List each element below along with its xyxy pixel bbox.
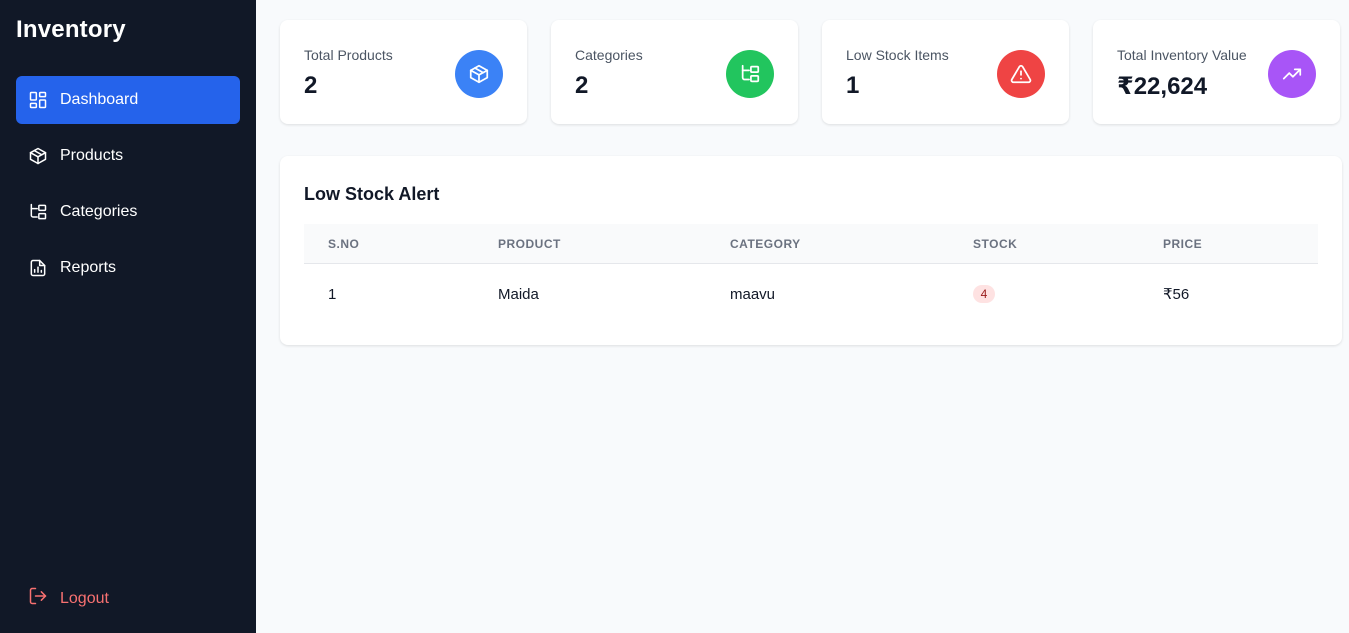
stat-card-categories: Categories 2 bbox=[551, 20, 798, 124]
column-header-stock: STOCK bbox=[973, 236, 1018, 251]
categories-icon bbox=[28, 202, 48, 222]
table-header: S.NO PRODUCT CATEGORY STOCK PRICE bbox=[304, 224, 1318, 264]
stat-value: 2 bbox=[575, 72, 589, 99]
app-brand: Inventory bbox=[16, 16, 126, 43]
column-header-product: PRODUCT bbox=[498, 236, 561, 251]
stat-value: ₹22,624 bbox=[1117, 73, 1208, 100]
stat-value: 1 bbox=[846, 72, 860, 99]
low-stock-table: S.NO PRODUCT CATEGORY STOCK PRICE 1 Maid… bbox=[304, 224, 1318, 324]
stat-label: Low Stock Items bbox=[846, 47, 949, 63]
sidebar-item-label: Reports bbox=[60, 259, 117, 276]
sidebar-item-products[interactable]: Products bbox=[16, 132, 240, 180]
dashboard-icon bbox=[28, 90, 48, 110]
stat-label: Total Products bbox=[304, 47, 393, 63]
box-icon bbox=[455, 50, 503, 98]
trending-up-icon bbox=[1268, 50, 1316, 98]
cell-stock: 4 bbox=[973, 285, 1163, 303]
sidebar-item-categories[interactable]: Categories bbox=[16, 188, 240, 236]
table-row: 1 Maida maavu 4 ₹56 bbox=[304, 264, 1318, 324]
stat-value: 2 bbox=[304, 72, 318, 99]
sidebar-item-label: Dashboard bbox=[60, 91, 139, 108]
stat-label: Categories bbox=[575, 47, 643, 63]
column-header-price: PRICE bbox=[1163, 236, 1203, 251]
logout-label: Logout bbox=[60, 589, 109, 607]
column-header-sno: S.NO bbox=[328, 236, 360, 251]
low-stock-panel: Low Stock Alert S.NO PRODUCT CATEGORY ST… bbox=[280, 156, 1342, 345]
sidebar-item-label: Categories bbox=[60, 203, 138, 220]
logout-button[interactable]: Logout bbox=[28, 586, 109, 611]
cell-price: ₹56 bbox=[1163, 286, 1190, 303]
column-header-category: CATEGORY bbox=[730, 236, 801, 251]
stat-card-total-products: Total Products 2 bbox=[280, 20, 527, 124]
stat-label: Total Inventory Value bbox=[1117, 47, 1247, 63]
cell-sno: 1 bbox=[328, 285, 337, 303]
alert-triangle-icon bbox=[997, 50, 1045, 98]
cell-product: Maida bbox=[498, 285, 539, 303]
app-shell: Inventory Dashboard Products Categories bbox=[0, 0, 1349, 633]
panel-title: Low Stock Alert bbox=[304, 184, 440, 204]
logout-icon bbox=[28, 586, 60, 611]
sidebar-nav: Dashboard Products Categories Reports bbox=[16, 76, 240, 300]
cell-category: maavu bbox=[730, 285, 776, 303]
categories-icon bbox=[726, 50, 774, 98]
sidebar-item-reports[interactable]: Reports bbox=[16, 244, 240, 292]
report-icon bbox=[28, 258, 48, 278]
box-icon bbox=[28, 146, 48, 166]
stat-card-low-stock: Low Stock Items 1 bbox=[822, 20, 1069, 124]
sidebar: Inventory Dashboard Products Categories bbox=[0, 0, 256, 633]
stat-card-inventory-value: Total Inventory Value ₹22,624 bbox=[1093, 20, 1340, 124]
stock-badge: 4 bbox=[973, 285, 995, 303]
main-content: Total Products 2 Categories 2 Low Stock … bbox=[256, 0, 1349, 633]
sidebar-item-dashboard[interactable]: Dashboard bbox=[16, 76, 240, 124]
sidebar-item-label: Products bbox=[60, 147, 124, 164]
stats-row: Total Products 2 Categories 2 Low Stock … bbox=[280, 20, 1340, 124]
